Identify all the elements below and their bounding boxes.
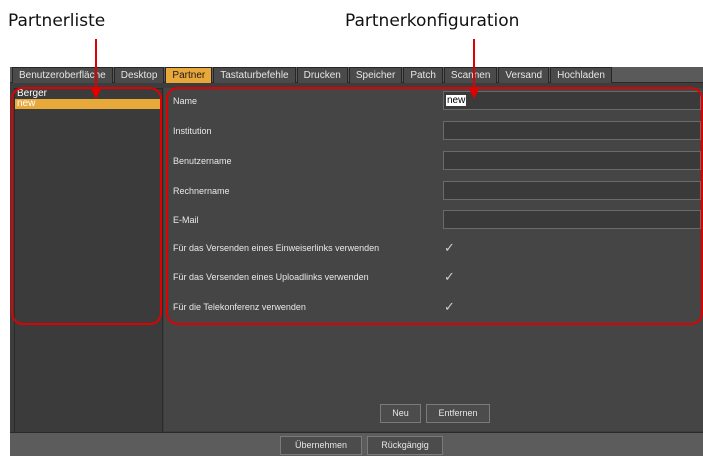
new-partner-button[interactable]: Neu: [380, 404, 421, 423]
tab-bar: Benutzeroberfläche Desktop Partner Tasta…: [10, 67, 703, 83]
tab-benutzeroberflaeche[interactable]: Benutzeroberfläche: [12, 67, 113, 83]
bottom-action-bar: Übernehmen Rückgängig: [10, 432, 703, 456]
apply-button[interactable]: Übernehmen: [280, 436, 362, 455]
partnerkonfiguration-arrow-line: [473, 39, 475, 87]
tab-drucken[interactable]: Drucken: [296, 67, 348, 83]
partner-config-highlight: [166, 87, 703, 325]
tab-speicher[interactable]: Speicher: [348, 67, 403, 83]
partnerliste-arrow-line: [95, 39, 97, 87]
tab-partner[interactable]: Partner: [165, 67, 213, 83]
tab-scannen[interactable]: Scannen: [443, 67, 498, 83]
annotation-partnerliste-label: Partnerliste: [8, 11, 106, 31]
tab-desktop[interactable]: Desktop: [113, 67, 165, 83]
partner-list-highlight: [11, 87, 162, 325]
tab-hochladen[interactable]: Hochladen: [550, 67, 612, 83]
tab-versand[interactable]: Versand: [498, 67, 550, 83]
partnerkonfiguration-arrow-head: [468, 87, 480, 99]
tab-patch[interactable]: Patch: [403, 67, 443, 83]
annotation-partnerkonfiguration-label: Partnerkonfiguration: [345, 11, 520, 31]
tab-tastaturbefehle[interactable]: Tastaturbefehle: [213, 67, 296, 83]
remove-partner-button[interactable]: Entfernen: [426, 404, 490, 423]
partnerliste-arrow-head: [90, 87, 102, 99]
revert-button[interactable]: Rückgängig: [367, 436, 443, 455]
